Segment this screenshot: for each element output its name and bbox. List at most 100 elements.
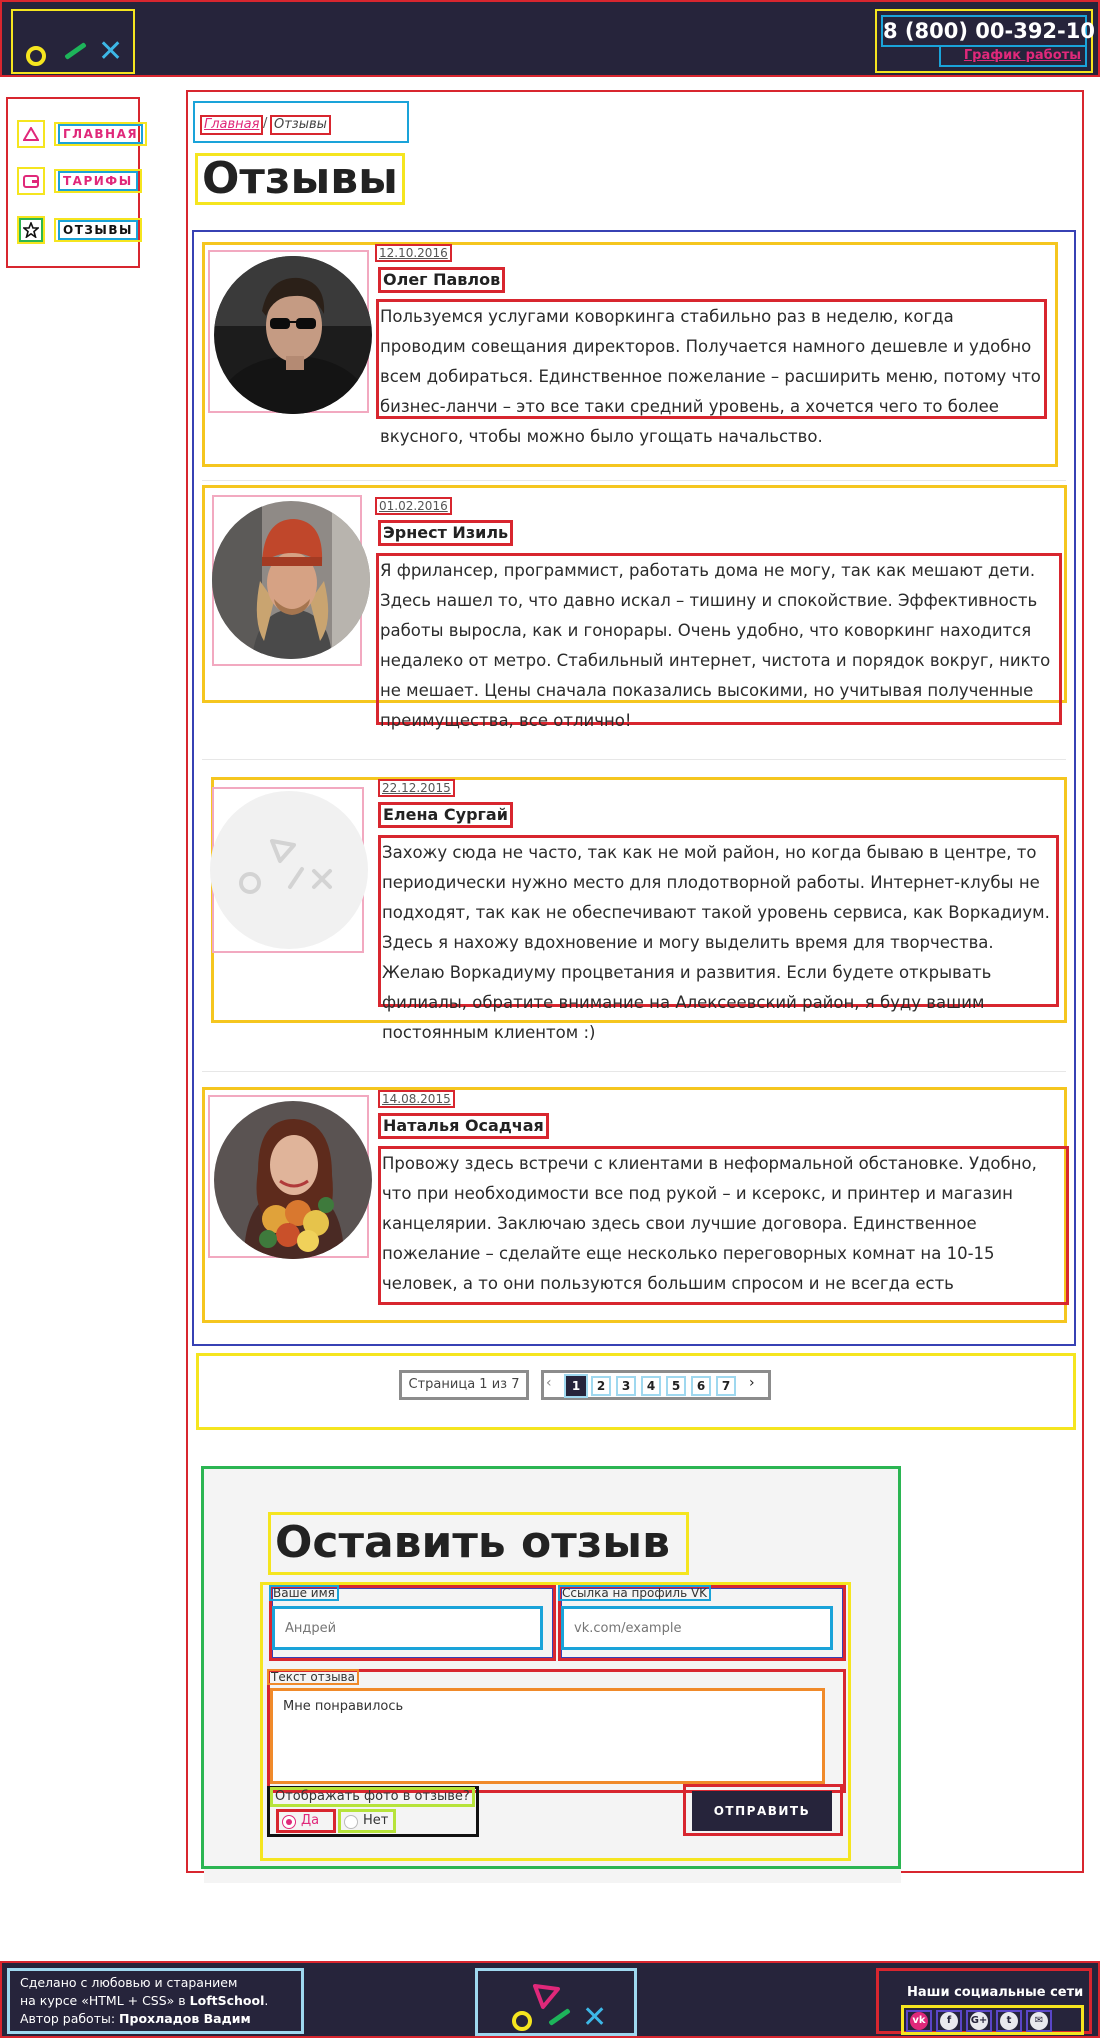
page-button-6[interactable]: 6 [691, 1376, 711, 1396]
breadcrumb-current: Отзывы [270, 115, 331, 135]
submit-wrap: ОТПРАВИТЬ [683, 1784, 843, 1836]
phone-number[interactable]: 8 (800) 00-392-10 [881, 15, 1095, 47]
radio-yes[interactable]: Да [276, 1809, 336, 1833]
school-link[interactable]: LoftSchool [190, 1993, 265, 2008]
name-input[interactable] [272, 1606, 543, 1650]
footer-logo[interactable]: ✕ [475, 1968, 637, 2036]
vk-label: Ссылка на профиль VK [558, 1585, 712, 1601]
google-plus-icon[interactable]: G+ [966, 2010, 992, 2032]
reviews-list: 12.10.2016 Олег Павлов Пользуемся услуга… [192, 230, 1076, 1346]
review-text: Провожу здесь встречи с клиентами в нефо… [378, 1146, 1069, 1305]
pagination-info: Страница 1 из 7 [399, 1370, 529, 1400]
page-button-1[interactable]: 1 [566, 1376, 586, 1396]
radio-checked-icon [282, 1815, 296, 1829]
mail-icon[interactable]: ✉ [1026, 2010, 1052, 2032]
name-field-group: Ваше имя [269, 1585, 556, 1661]
circle-icon [512, 2011, 532, 2031]
line-icon [64, 42, 87, 60]
logo-placeholder-icon [239, 839, 332, 894]
breadcrumb-separator: / [263, 116, 268, 131]
social-title: Наши социальные сети [907, 1985, 1084, 2000]
social-links: vk f G+ t ✉ [901, 2005, 1084, 2035]
page-button-7[interactable]: 7 [716, 1376, 736, 1396]
photo-option-group: Отображать фото в отзыве? Да Нет [267, 1786, 479, 1837]
credits-line: Сделано с любовью и старанием [20, 1975, 238, 1990]
vk-icon[interactable]: vk [906, 2010, 932, 2032]
page-button-4[interactable]: 4 [641, 1376, 661, 1396]
form-card-bottom [204, 1869, 901, 1883]
facebook-icon[interactable]: f [936, 2010, 962, 2032]
breadcrumb: Главная / Отзывы [193, 101, 409, 143]
review-date: 12.10.2016 [375, 244, 452, 262]
text-field-group: Текст отзыва Мне понравилось [267, 1669, 846, 1793]
triangle-icon [17, 120, 45, 148]
author-name: Прохладов Вадим [119, 2011, 251, 2026]
page-title: Отзывы [195, 153, 405, 205]
pagination-area: Страница 1 из 7 ‹ 1 2 3 4 5 6 7 › [196, 1353, 1076, 1430]
breadcrumb-home-link[interactable]: Главная [200, 115, 264, 135]
cross-icon: ✕ [582, 2000, 608, 2035]
next-page-icon[interactable]: › [749, 1375, 755, 1391]
avatar-placeholder [210, 791, 368, 949]
contact-block: 8 (800) 00-392-10 График работы [875, 9, 1095, 73]
credits-line: на курсе «HTML + CSS» в LoftSchool. [20, 1993, 269, 2008]
prev-page-icon[interactable]: ‹ [546, 1375, 552, 1391]
avatar [212, 501, 370, 659]
vk-input[interactable] [561, 1606, 833, 1650]
avatar-frame [208, 250, 372, 414]
page-button-5[interactable]: 5 [666, 1376, 686, 1396]
vk-field-group: Ссылка на профиль VK [558, 1585, 846, 1661]
review-divider [202, 480, 1066, 481]
sidebar-item-label: ГЛАВНАЯ [54, 122, 148, 146]
site-header: ✕ 8 (800) 00-392-10 График работы [0, 0, 1100, 77]
avatar-frame [212, 495, 370, 666]
radio-no-label: Нет [363, 1813, 389, 1828]
review-text: Пользуемся услугами коворкинга стабильно… [376, 299, 1047, 446]
page-button-3[interactable]: 3 [616, 1376, 636, 1396]
cross-icon: ✕ [98, 34, 124, 69]
photo-question: Отображать фото в отзыве? [270, 1787, 475, 1807]
social-block: Наши социальные сети vk f G+ t ✉ [876, 1968, 1092, 2035]
logo[interactable]: ✕ [11, 9, 135, 74]
review-date: 14.08.2015 [378, 1090, 455, 1108]
review-text: Я фрилансер, программист, работать дома … [376, 553, 1062, 730]
review-divider [202, 759, 1066, 760]
text-label: Текст отзыва [267, 1669, 359, 1685]
avatar-frame [210, 787, 368, 953]
sidebar-item-label: ТАРИФЫ [54, 169, 142, 193]
sidebar-item-label: ОТЗЫВЫ [54, 218, 142, 242]
form-title: Оставить отзыв [268, 1512, 689, 1575]
name-label: Ваше имя [269, 1585, 339, 1601]
credits: Сделано с любовью и старанием на курсе «… [7, 1968, 304, 2034]
page-button-2[interactable]: 2 [591, 1376, 611, 1396]
review-author: Наталья Осадчая [378, 1113, 549, 1139]
site-footer: Сделано с любовью и старанием на курсе «… [0, 1961, 1100, 2038]
radio-unchecked-icon [344, 1815, 358, 1829]
wallet-icon [17, 167, 45, 195]
form-fields: Ваше имя Ссылка на профиль VK Текст отзы… [260, 1582, 851, 1861]
review-date: 01.02.2016 [375, 497, 452, 515]
main-content: Главная / Отзывы Отзывы 12.10.2016 Олег … [186, 90, 1084, 1883]
avatar [214, 256, 372, 414]
credits-line: Автор работы: Прохладов Вадим [20, 2011, 251, 2026]
schedule-link[interactable]: График работы [939, 45, 1087, 67]
submit-button[interactable]: ОТПРАВИТЬ [692, 1791, 832, 1831]
review-text: Захожу сюда не часто, так как не мой рай… [378, 835, 1059, 1042]
circle-icon [26, 46, 46, 66]
review-author: Елена Сургай [378, 802, 513, 828]
review-author: Олег Павлов [378, 267, 506, 293]
pagination: ‹ 1 2 3 4 5 6 7 › [541, 1370, 771, 1400]
avatar [214, 1101, 372, 1259]
review-divider [202, 1071, 1066, 1072]
review-author: Эрнест Изиль [378, 520, 514, 546]
review-date: 22.12.2015 [378, 779, 455, 797]
twitter-icon[interactable]: t [996, 2010, 1022, 2032]
radio-yes-label: Да [301, 1813, 320, 1828]
radio-no[interactable]: Нет [338, 1809, 396, 1833]
sidebar-nav: ГЛАВНАЯ ТАРИФЫ ОТЗЫВЫ [6, 97, 148, 268]
star-icon [17, 216, 45, 244]
triangle-icon [533, 1984, 560, 2009]
review-form: Оставить отзыв Ваше имя Ссылка на профил… [201, 1466, 901, 1869]
avatar-frame [208, 1095, 372, 1259]
review-textarea[interactable]: Мне понравилось [270, 1688, 825, 1784]
